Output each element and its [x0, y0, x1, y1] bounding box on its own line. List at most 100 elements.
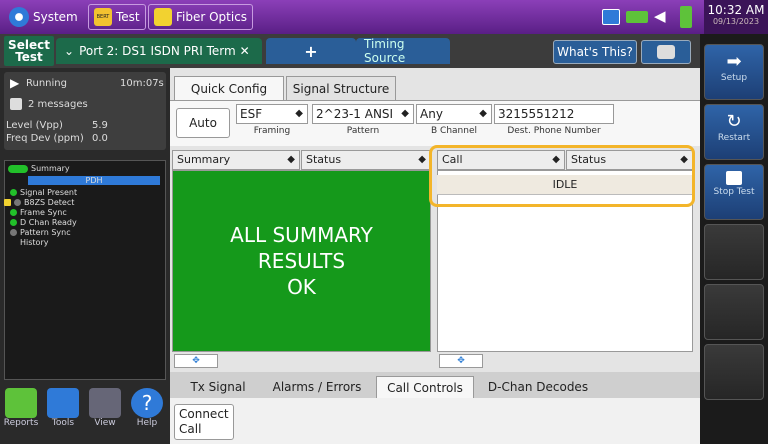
tab-port2-ds1-isdn[interactable]: ⌄ Port 2: DS1 ISDN PRI Term ✕: [56, 38, 262, 64]
dest-phone-label: Dest. Phone Number: [507, 126, 601, 136]
fiber-label: Fiber Optics: [176, 10, 248, 24]
tools-button[interactable]: Tools: [44, 388, 82, 432]
pattern-select[interactable]: 2^23-1 ANSI ◆: [312, 104, 414, 124]
help-button[interactable]: ? Help: [128, 388, 166, 432]
status-led-icon: [10, 189, 17, 196]
summary-status-select[interactable]: Status ◆: [301, 150, 431, 170]
tree-summary[interactable]: Summary: [8, 164, 70, 173]
play-icon: ▶: [10, 76, 20, 90]
move-icon: ✥: [457, 356, 465, 366]
help-label: Help: [136, 418, 158, 428]
add-test-tab[interactable]: +: [266, 38, 356, 64]
pattern-value: 2^23-1 ANSI: [316, 107, 394, 121]
level-value: 5.9: [92, 120, 108, 131]
status-led-icon: [10, 229, 17, 236]
select-arrows-icon: ◆: [418, 154, 426, 165]
network-icon: [626, 11, 648, 23]
tools-label: Tools: [51, 418, 75, 428]
bert-icon: BERT: [94, 8, 112, 26]
tree-frame-sync[interactable]: Frame Sync: [10, 208, 67, 217]
tools-icon: [47, 388, 79, 418]
messages-count[interactable]: 2 messages: [28, 99, 88, 110]
tree-d-chan-ready[interactable]: D Chan Ready: [10, 218, 77, 227]
b-channel-select[interactable]: Any ◆: [416, 104, 492, 124]
summary-column-select[interactable]: Summary ◆: [172, 150, 300, 170]
screenshot-button[interactable]: [641, 40, 691, 64]
fiber-optics-button[interactable]: Fiber Optics: [148, 4, 254, 30]
select-arrows-icon: ◆: [287, 154, 295, 165]
select-arrows-icon: ◆: [479, 108, 487, 119]
tree-signal-present[interactable]: Signal Present: [10, 188, 77, 197]
empty-action-button-3: [704, 344, 764, 400]
chevron-down-icon: ⌄: [64, 44, 75, 58]
dest-phone-value: 3215551212: [498, 107, 575, 121]
tree-pdh[interactable]: PDH: [28, 176, 160, 185]
restart-icon: ↻: [726, 111, 742, 132]
test-button[interactable]: BERT Test: [88, 4, 146, 30]
stop-test-button[interactable]: Stop Test: [704, 164, 764, 220]
tree-d-chan-ready-label: D Chan Ready: [20, 218, 77, 227]
tab-tx-signal[interactable]: Tx Signal: [180, 376, 256, 398]
system-button[interactable]: System: [4, 4, 83, 30]
tree-b8zs-detect[interactable]: B8ZS Detect: [4, 198, 74, 207]
connect-call-button[interactable]: Connect Call: [174, 404, 234, 440]
b-channel-value: Any: [420, 107, 443, 121]
status-led-icon: [10, 209, 17, 216]
summary-results-text: ALL SUMMARY RESULTS OK: [172, 222, 431, 300]
select-arrows-icon: ◆: [401, 108, 409, 119]
auto-button[interactable]: Auto: [176, 108, 230, 138]
summary-expand-button[interactable]: ✥: [174, 354, 218, 368]
tree-frame-sync-label: Frame Sync: [20, 208, 67, 217]
volume-icon[interactable]: ◀: [654, 7, 666, 25]
summary-status-value: Status: [306, 153, 342, 166]
status-led-icon: [14, 199, 21, 206]
help-icon: ?: [131, 388, 163, 418]
restart-button[interactable]: ↻ Restart: [704, 104, 764, 160]
call-controls-area: [170, 398, 700, 444]
arrow-right-icon: ➡: [726, 51, 742, 72]
framing-label: Framing: [253, 126, 291, 136]
tree-history-label: History: [20, 238, 49, 247]
freq-dev-value: 0.0: [92, 133, 108, 144]
tree-pdh-label: PDH: [85, 176, 103, 185]
summary-line-3: OK: [287, 275, 316, 299]
framing-value: ESF: [240, 107, 263, 121]
summary-led: [8, 164, 28, 173]
messages-icon: [10, 98, 22, 110]
framing-select[interactable]: ESF ◆: [236, 104, 308, 124]
reports-button[interactable]: Reports: [2, 388, 40, 432]
battery-icon: [680, 6, 692, 28]
stop-icon: [726, 171, 742, 185]
tree-pattern-sync-label: Pattern Sync: [20, 228, 71, 237]
running-label: Running: [26, 78, 67, 89]
tab-call-controls[interactable]: Call Controls: [376, 376, 474, 398]
tab-quick-config[interactable]: Quick Config: [174, 76, 284, 100]
tree-b8zs-label: B8ZS Detect: [24, 198, 75, 207]
clock: 10:32 AM 09/13/2023: [704, 0, 768, 34]
call-expand-button[interactable]: ✥: [439, 354, 483, 368]
clock-time: 10:32 AM: [707, 3, 765, 17]
dest-phone-input[interactable]: 3215551212: [494, 104, 614, 124]
tree-summary-label: Summary: [31, 164, 70, 173]
tree-pattern-sync[interactable]: Pattern Sync: [10, 228, 71, 237]
setup-button[interactable]: ➡ Setup: [704, 44, 764, 100]
tree-history[interactable]: History: [20, 238, 48, 247]
tab-d-chan-decodes[interactable]: D-Chan Decodes: [478, 376, 598, 398]
tab-signal-structure[interactable]: Signal Structure: [286, 76, 396, 100]
tab-alarms-errors[interactable]: Alarms / Errors: [262, 376, 372, 398]
level-label: Level (Vpp): [6, 120, 63, 131]
close-icon[interactable]: ✕: [240, 44, 250, 58]
select-test-button[interactable]: Select Test: [4, 36, 54, 66]
whats-this-button[interactable]: What's This?: [553, 40, 637, 64]
tab-timing-source[interactable]: Timing Source: [356, 37, 450, 65]
b-channel-label: B Channel: [431, 126, 477, 136]
view-button[interactable]: View: [86, 388, 124, 432]
fiber-icon: [154, 8, 172, 26]
callout-highlight: [429, 145, 695, 207]
gear-icon: [9, 7, 29, 27]
history-led-icon: [4, 199, 11, 206]
remote-icon[interactable]: [602, 9, 620, 25]
tree-signal-present-label: Signal Present: [20, 188, 78, 197]
freq-dev-label: Freq Dev (ppm): [6, 133, 84, 144]
view-icon: [89, 388, 121, 418]
